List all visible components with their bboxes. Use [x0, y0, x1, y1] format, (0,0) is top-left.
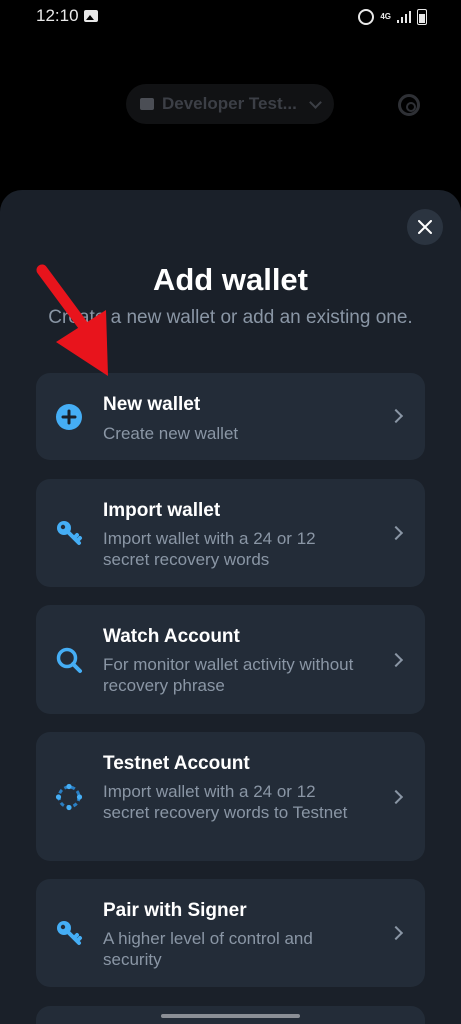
- close-icon: [418, 220, 432, 234]
- chevron-right-icon: [388, 789, 404, 805]
- key-icon: [57, 921, 82, 945]
- option-title: Testnet Account: [103, 753, 250, 774]
- option-testnet-account[interactable]: Testnet Account Import wallet with a 24 …: [36, 732, 425, 861]
- background-header: Developer Test...: [0, 80, 461, 130]
- environment-selector: Developer Test...: [126, 84, 334, 124]
- sheet-title: Add wallet: [152, 262, 308, 297]
- option-description: For monitor wallet activity without reco…: [103, 655, 354, 695]
- option-title: Pair with Signer: [103, 900, 247, 921]
- testnet-ring-icon: [55, 783, 83, 811]
- option-title: Watch Account: [103, 626, 240, 647]
- gallery-notification-icon: [84, 10, 98, 22]
- option-description: Import wallet with a 24 or 12 secret rec…: [103, 529, 316, 569]
- status-icons: 4G: [358, 8, 427, 26]
- option-title: Import wallet: [103, 500, 221, 521]
- option-title: New wallet: [103, 394, 201, 415]
- chevron-right-icon: [388, 652, 404, 668]
- status-bar: 12:10 4G: [0, 0, 461, 34]
- environment-label: Developer Test...: [162, 94, 297, 113]
- key-icon: [57, 521, 82, 545]
- plus-circle-icon: [56, 404, 82, 430]
- settings-gear-icon: [398, 94, 420, 116]
- network-type-label: 4G: [380, 12, 391, 21]
- battery-icon: [417, 9, 427, 25]
- alarm-icon: [358, 9, 375, 25]
- chevron-right-icon: [388, 925, 404, 941]
- option-pair-with-signer[interactable]: Pair with Signer A higher level of contr…: [36, 879, 425, 987]
- option-description: Create new wallet: [103, 424, 239, 443]
- magnifier-icon: [56, 647, 82, 673]
- sheet-subtitle: Create a new wallet or add an existing o…: [48, 307, 413, 328]
- add-wallet-sheet: Add wallet Create a new wallet or add an…: [0, 190, 461, 1024]
- close-button[interactable]: [407, 209, 443, 245]
- option-import-wallet[interactable]: Import wallet Import wallet with a 24 or…: [36, 479, 425, 587]
- home-indicator: [161, 1014, 300, 1018]
- chevron-down-icon: [308, 95, 322, 109]
- signal-icon: [397, 11, 411, 23]
- option-description: A higher level of control and security: [103, 929, 313, 969]
- option-watch-account[interactable]: Watch Account For monitor wallet activit…: [36, 605, 425, 714]
- wallet-icon: [140, 98, 154, 110]
- status-time: 12:10: [36, 6, 79, 25]
- option-new-wallet[interactable]: New wallet Create new wallet: [36, 373, 425, 460]
- option-description: Import wallet with a 24 or 12 secret rec…: [103, 782, 348, 822]
- chevron-right-icon: [388, 525, 404, 541]
- chevron-right-icon: [388, 408, 404, 424]
